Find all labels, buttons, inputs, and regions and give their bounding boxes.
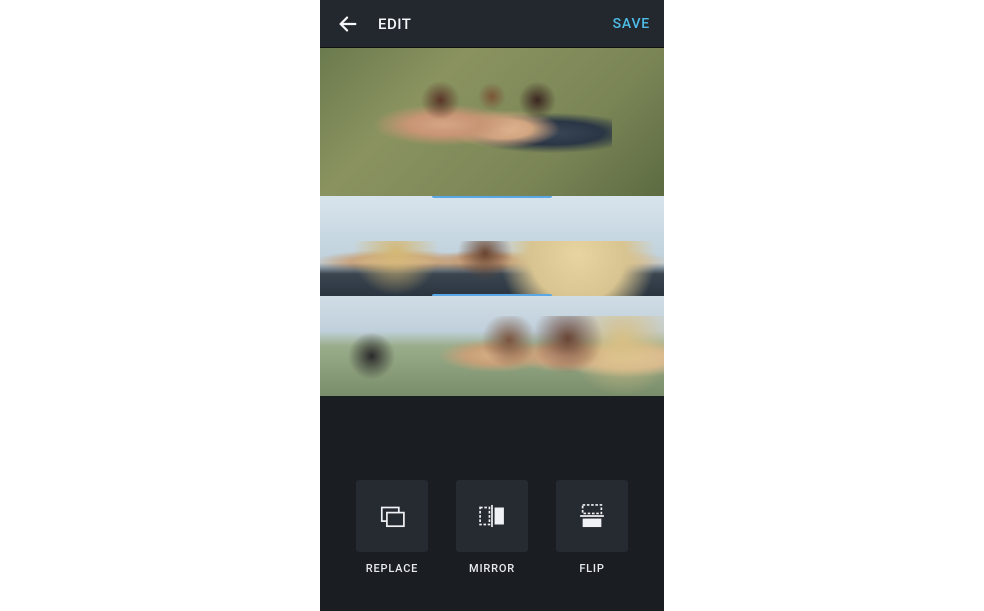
- flip-icon: [575, 499, 609, 533]
- photo-image: [320, 296, 664, 396]
- photo-image: [320, 48, 664, 196]
- mirror-icon: [475, 499, 509, 533]
- flip-button[interactable]: FLIP: [549, 480, 635, 575]
- back-button[interactable]: [334, 10, 362, 38]
- tool-label: REPLACE: [366, 562, 418, 575]
- collage-slot-1[interactable]: [320, 48, 664, 196]
- page-title: EDIT: [378, 15, 411, 33]
- mirror-button[interactable]: MIRROR: [449, 480, 535, 575]
- app-screen: EDIT SAVE REPLAC: [320, 0, 664, 611]
- save-button[interactable]: SAVE: [613, 16, 650, 32]
- photo-image: [320, 196, 664, 296]
- spacer: [320, 396, 664, 461]
- header-bar: EDIT SAVE: [320, 0, 664, 48]
- resize-handle-bottom[interactable]: [432, 294, 552, 296]
- collage-slot-2[interactable]: [320, 196, 664, 296]
- tool-icon-box: [556, 480, 628, 552]
- tool-icon-box: [456, 480, 528, 552]
- tool-label: FLIP: [579, 562, 604, 575]
- replace-button[interactable]: REPLACE: [349, 480, 435, 575]
- edit-toolbar: REPLACE MIRROR FLIP: [320, 461, 664, 611]
- replace-icon: [375, 499, 409, 533]
- resize-handle-top[interactable]: [432, 196, 552, 198]
- collage-slot-3[interactable]: [320, 296, 664, 396]
- tool-label: MIRROR: [469, 562, 515, 575]
- collage-layout: [320, 48, 664, 396]
- collage-canvas: [320, 48, 664, 396]
- tool-icon-box: [356, 480, 428, 552]
- back-arrow-icon: [337, 13, 359, 35]
